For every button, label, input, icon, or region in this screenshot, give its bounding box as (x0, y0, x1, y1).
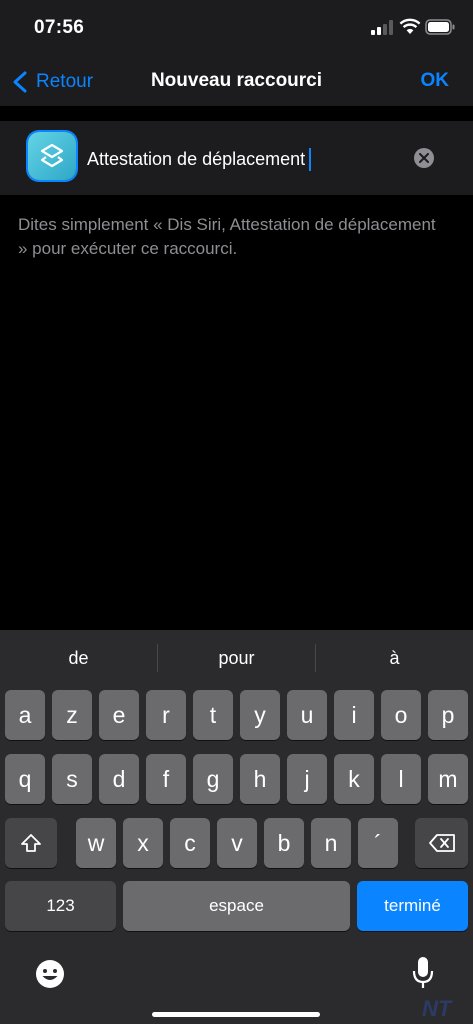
wifi-icon (399, 18, 421, 34)
key-row2-8[interactable]: l (381, 754, 421, 804)
space-key[interactable]: espace (123, 881, 350, 931)
key-row3-3[interactable]: v (217, 818, 257, 868)
shortcuts-layers-icon (40, 143, 64, 168)
numbers-key[interactable]: 123 (5, 881, 116, 931)
close-icon (419, 153, 429, 163)
key-row1-1[interactable]: z (52, 690, 92, 740)
status-time: 07:56 (34, 17, 85, 38)
backspace-key[interactable] (415, 818, 468, 868)
cellular-signal-icon (371, 20, 393, 35)
ok-button[interactable]: OK (421, 70, 450, 92)
key-row1-5[interactable]: y (240, 690, 280, 740)
shortcut-name-row: Attestation de déplacement (0, 121, 473, 195)
key-row1-0[interactable]: a (5, 690, 45, 740)
keyboard: de pour à azertyuiop qsdfghjklm w x c v b n ´ … (0, 630, 473, 1024)
navigation-bar: Retour Nouveau raccourci OK (0, 58, 473, 106)
key-row2-0[interactable]: q (5, 754, 45, 804)
key-row2-7[interactable]: k (334, 754, 374, 804)
suggestion-1[interactable]: de (0, 630, 157, 686)
emoji-icon[interactable] (34, 958, 66, 990)
shortcuts-app-icon[interactable] (28, 132, 76, 180)
clear-text-button[interactable] (414, 148, 434, 168)
page-title: Nouveau raccourci (150, 70, 323, 91)
key-row3-2[interactable]: c (170, 818, 210, 868)
shift-key[interactable] (5, 818, 57, 868)
key-row3-0[interactable]: w (76, 818, 116, 868)
battery-icon (425, 19, 455, 35)
key-row2-5[interactable]: h (240, 754, 280, 804)
done-key[interactable]: terminé (357, 881, 468, 931)
key-row3-6[interactable]: ´ (358, 818, 398, 868)
key-row1-7[interactable]: i (334, 690, 374, 740)
watermark-logo: NT (422, 996, 452, 1021)
suggestion-3[interactable]: à (316, 630, 473, 686)
siri-hint-text: Dites simplement « Dis Siri, Attestation… (18, 215, 436, 258)
shortcut-name-value: Attestation de déplacement (87, 149, 306, 169)
key-row1-8[interactable]: o (381, 690, 421, 740)
shift-icon (21, 834, 41, 852)
section-separator (0, 106, 473, 121)
key-row1-6[interactable]: u (287, 690, 327, 740)
key-row2-2[interactable]: d (99, 754, 139, 804)
key-row2-3[interactable]: f (146, 754, 186, 804)
key-row2-4[interactable]: g (193, 754, 233, 804)
key-row1-2[interactable]: e (99, 690, 139, 740)
text-cursor (309, 148, 312, 171)
key-row3-4[interactable]: b (264, 818, 304, 868)
microphone-icon[interactable] (412, 956, 434, 990)
key-row1-9[interactable]: p (428, 690, 468, 740)
home-indicator[interactable] (152, 1012, 320, 1017)
key-row1-4[interactable]: t (193, 690, 233, 740)
key-row3-5[interactable]: n (311, 818, 351, 868)
backspace-icon (428, 834, 455, 852)
key-row2-1[interactable]: s (52, 754, 92, 804)
key-row2-6[interactable]: j (287, 754, 327, 804)
key-row2-9[interactable]: m (428, 754, 468, 804)
key-row3-1[interactable]: x (123, 818, 163, 868)
suggestion-2[interactable]: pour (158, 630, 315, 686)
key-row1-3[interactable]: r (146, 690, 186, 740)
status-bar: 07:56 (0, 0, 473, 58)
shortcut-name-input[interactable]: Attestation de déplacement (87, 148, 312, 171)
